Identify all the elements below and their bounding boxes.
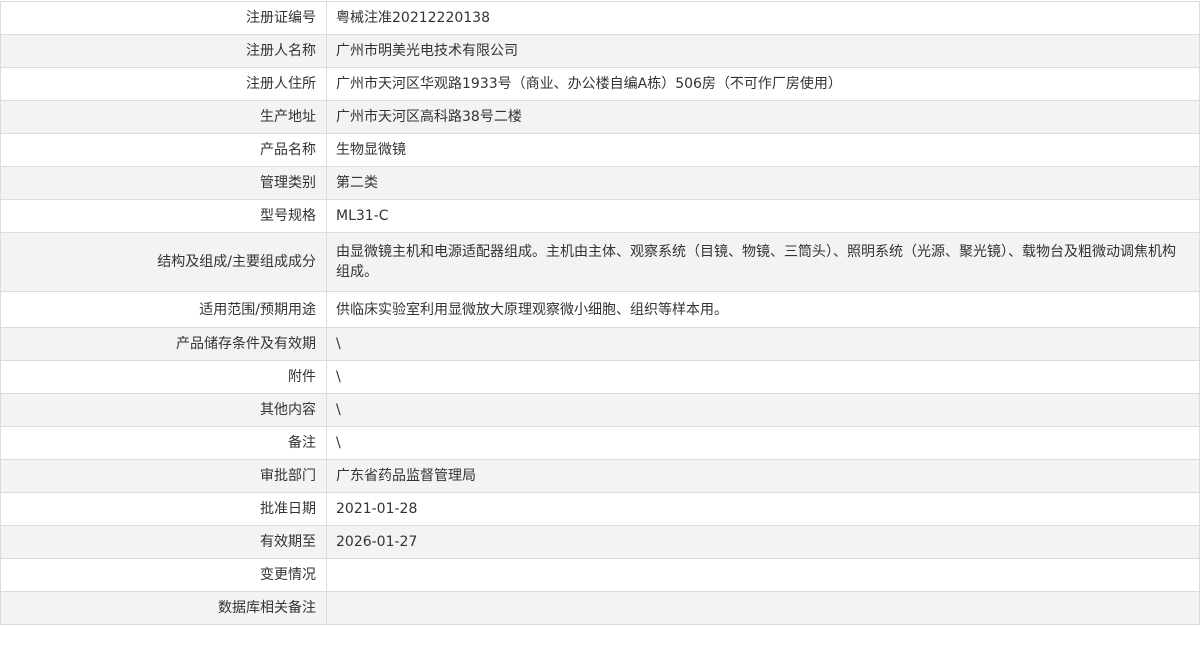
row-approval-date: 批准日期 2021-01-28 [0,492,1200,526]
field-label: 变更情况 [0,558,327,592]
field-label: 型号规格 [0,199,327,233]
field-value: 广州市天河区华观路1933号（商业、办公楼自编A栋）506房（不可作厂房使用） [326,67,1200,101]
row-registrant-address: 注册人住所 广州市天河区华观路1933号（商业、办公楼自编A栋）506房（不可作… [0,67,1200,101]
row-model-spec: 型号规格 ML31-C [0,199,1200,233]
row-registration-number: 注册证编号 粤械注准20212220138 [0,1,1200,35]
field-label: 备注 [0,426,327,460]
field-label: 管理类别 [0,166,327,200]
field-label: 注册证编号 [0,1,327,35]
field-label: 生产地址 [0,100,327,134]
field-label: 数据库相关备注 [0,591,327,625]
field-value: 供临床实验室利用显微放大原理观察微小细胞、组织等样本用。 [326,291,1200,328]
field-value: 粤械注准20212220138 [326,1,1200,35]
row-database-notes: 数据库相关备注 [0,591,1200,625]
row-approval-department: 审批部门 广东省药品监督管理局 [0,459,1200,493]
row-valid-until: 有效期至 2026-01-27 [0,525,1200,559]
row-product-name: 产品名称 生物显微镜 [0,133,1200,167]
field-label: 附件 [0,360,327,394]
row-storage-validity: 产品储存条件及有效期 \ [0,327,1200,361]
field-value: 广州市明美光电技术有限公司 [326,34,1200,68]
field-label: 注册人住所 [0,67,327,101]
field-value [326,558,1200,592]
field-label: 产品名称 [0,133,327,167]
field-value: ML31-C [326,199,1200,233]
row-production-address: 生产地址 广州市天河区高科路38号二楼 [0,100,1200,134]
field-value: \ [326,360,1200,394]
row-intended-use: 适用范围/预期用途 供临床实验室利用显微放大原理观察微小细胞、组织等样本用。 [0,291,1200,328]
field-label: 批准日期 [0,492,327,526]
field-label: 结构及组成/主要组成成分 [0,232,327,292]
field-value: \ [326,393,1200,427]
field-label: 其他内容 [0,393,327,427]
field-value: 广州市天河区高科路38号二楼 [326,100,1200,134]
field-value: 2021-01-28 [326,492,1200,526]
row-structure-composition: 结构及组成/主要组成成分 由显微镜主机和电源适配器组成。主机由主体、观察系统（目… [0,232,1200,292]
field-label: 产品储存条件及有效期 [0,327,327,361]
field-value: 生物显微镜 [326,133,1200,167]
field-value: 第二类 [326,166,1200,200]
field-value: \ [326,426,1200,460]
field-label: 注册人名称 [0,34,327,68]
field-label: 有效期至 [0,525,327,559]
row-change-history: 变更情况 [0,558,1200,592]
field-value: 2026-01-27 [326,525,1200,559]
field-label: 适用范围/预期用途 [0,291,327,328]
field-value: 广东省药品监督管理局 [326,459,1200,493]
field-value: \ [326,327,1200,361]
row-attachments: 附件 \ [0,360,1200,394]
registration-record-table: 注册证编号 粤械注准20212220138 注册人名称 广州市明美光电技术有限公… [0,1,1200,625]
field-label: 审批部门 [0,459,327,493]
field-value: 由显微镜主机和电源适配器组成。主机由主体、观察系统（目镜、物镜、三筒头）、照明系… [326,232,1200,292]
row-management-category: 管理类别 第二类 [0,166,1200,200]
row-registrant-name: 注册人名称 广州市明美光电技术有限公司 [0,34,1200,68]
row-remarks: 备注 \ [0,426,1200,460]
field-value [326,591,1200,625]
row-other-content: 其他内容 \ [0,393,1200,427]
